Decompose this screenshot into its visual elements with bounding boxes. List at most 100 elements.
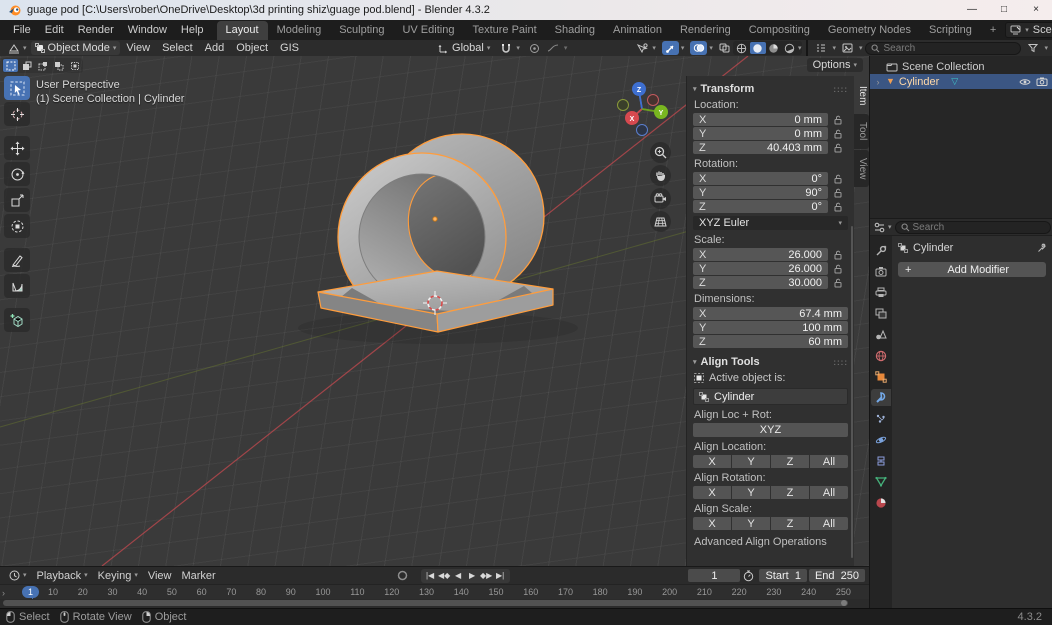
panel-drag-dots[interactable]: :::: (833, 358, 848, 367)
select-extend-mode-button[interactable] (19, 59, 34, 72)
menu-edit[interactable]: Edit (38, 20, 71, 40)
end-frame-field[interactable]: End 250 (809, 569, 865, 582)
scale-z-field[interactable]: Z30.000 (693, 276, 828, 289)
workspace-tab-scripting[interactable]: Scripting (920, 21, 981, 40)
align-rotation-x-button[interactable]: X (693, 486, 731, 499)
camera-view-icon[interactable] (650, 188, 671, 209)
prev-keyframe-button[interactable]: ◀◆ (438, 569, 451, 583)
workspace-tab-texture-paint[interactable]: Texture Paint (463, 21, 545, 40)
navigation-gizmo[interactable]: Z X Y (612, 78, 676, 138)
lock-icon[interactable] (828, 188, 848, 198)
n-panel-tab-view[interactable]: View (854, 150, 869, 188)
menu-marker[interactable]: Marker (176, 570, 220, 582)
region-expand-arrow[interactable]: › (2, 588, 5, 598)
zoom-icon[interactable] (650, 142, 671, 163)
annotate-tool[interactable] (4, 248, 30, 272)
outliner-display-mode-icon[interactable] (812, 41, 829, 55)
timeline-scrollbar[interactable] (0, 599, 869, 608)
active-object-field[interactable]: Cylinder (693, 388, 848, 405)
scale-tool[interactable] (4, 188, 30, 212)
add-modifier-button[interactable]: + Add Modifier (898, 262, 1046, 277)
menu-keying[interactable]: Keying▾ (93, 570, 143, 582)
material-preview-shading-icon[interactable] (766, 42, 782, 54)
align-location-z-button[interactable]: Z (771, 455, 809, 468)
align-rotation-z-button[interactable]: Z (771, 486, 809, 499)
minimize-button[interactable]: — (956, 0, 988, 20)
tab-material-properties[interactable] (871, 494, 891, 511)
outliner-row-scene-collection[interactable]: Scene Collection (870, 59, 1052, 74)
xray-toggle-icon[interactable] (716, 41, 733, 55)
menu-file[interactable]: File (6, 20, 38, 40)
lock-icon[interactable] (828, 129, 848, 139)
menu-object[interactable]: Object (230, 42, 274, 54)
rotation-z-field[interactable]: Z0° (693, 200, 828, 213)
scale-y-field[interactable]: Y26.000 (693, 262, 828, 275)
outliner-search-input[interactable] (883, 43, 1015, 54)
dimensions-z-field[interactable]: Z60 mm (693, 335, 848, 348)
align-scale-z-button[interactable]: Z (771, 517, 809, 530)
workspace-tab-layout[interactable]: Layout (217, 21, 268, 40)
chevron-down-icon[interactable]: ▾ (798, 45, 802, 52)
lock-icon[interactable] (828, 250, 848, 260)
close-button[interactable]: × (1020, 0, 1052, 20)
workspace-tab-sculpting[interactable]: Sculpting (330, 21, 393, 40)
align-scale-x-button[interactable]: X (693, 517, 731, 530)
mode-selector[interactable]: Object Mode ▾ (31, 41, 121, 55)
n-panel-tab-item[interactable]: Item (854, 78, 869, 113)
timeline-ruler[interactable]: 10 20 30 40 50 60 70 80 90 100 110 120 1… (0, 584, 869, 599)
chevron-down-icon[interactable]: ▾ (516, 45, 520, 52)
tab-constraint-properties[interactable] (871, 452, 891, 469)
align-location-y-button[interactable]: Y (732, 455, 770, 468)
properties-search[interactable] (895, 221, 1051, 234)
move-tool[interactable] (4, 136, 30, 160)
chevron-down-icon[interactable]: ▾ (1044, 45, 1048, 52)
current-frame-badge[interactable]: 1 (22, 586, 39, 598)
menu-select[interactable]: Select (156, 42, 199, 54)
gizmos-toggle-icon[interactable] (662, 41, 679, 55)
select-set-mode-button[interactable] (3, 59, 18, 72)
lock-icon[interactable] (828, 115, 848, 125)
timeline-editor-selector[interactable]: ▾ (4, 570, 32, 581)
rotation-x-field[interactable]: X0° (693, 172, 828, 185)
lock-icon[interactable] (828, 264, 848, 274)
solid-shading-icon[interactable] (750, 42, 766, 54)
align-location-x-button[interactable]: X (693, 455, 731, 468)
advanced-align-label[interactable]: Advanced Align Operations (694, 536, 848, 548)
falloff-curve-icon[interactable] (545, 41, 562, 55)
pan-hand-icon[interactable] (650, 165, 671, 186)
add-workspace-button[interactable]: + (981, 21, 1005, 40)
panel-drag-dots[interactable]: :::: (833, 85, 848, 94)
location-x-field[interactable]: X0 mm (693, 113, 828, 126)
jump-to-start-button[interactable]: |◀ (424, 569, 437, 583)
auto-keying-record-icon[interactable] (394, 569, 411, 583)
breadcrumb-object-name[interactable]: Cylinder (913, 242, 953, 254)
align-scale-y-button[interactable]: Y (732, 517, 770, 530)
wireframe-shading-icon[interactable] (734, 42, 750, 54)
select-invert-mode-button[interactable] (51, 59, 66, 72)
snap-magnet-icon[interactable] (497, 41, 514, 55)
chevron-down-icon[interactable]: ▾ (888, 224, 892, 231)
menu-gis[interactable]: GIS (274, 42, 305, 54)
outliner-filter-image-icon[interactable] (839, 41, 856, 55)
next-keyframe-button[interactable]: ◆▶ (480, 569, 493, 583)
tab-modifier-properties[interactable] (871, 389, 891, 406)
tab-object-data-properties[interactable] (871, 473, 891, 490)
outliner-row-cylinder[interactable]: › ▼ Cylinder ▽ (870, 74, 1052, 89)
tab-object-properties[interactable] (871, 368, 891, 385)
menu-window[interactable]: Window (121, 20, 174, 40)
disable-render-camera-icon[interactable] (1036, 77, 1048, 86)
transform-panel-header[interactable]: ▾ Transform :::: (693, 83, 848, 95)
gizmo-axis-neg-x[interactable] (648, 95, 659, 106)
tab-output-properties[interactable] (871, 284, 891, 301)
chevron-down-icon[interactable]: ▾ (709, 45, 713, 52)
workspace-tab-geometry-nodes[interactable]: Geometry Nodes (819, 21, 920, 40)
location-y-field[interactable]: Y0 mm (693, 127, 828, 140)
select-subtract-mode-button[interactable] (35, 59, 50, 72)
menu-add[interactable]: Add (199, 42, 231, 54)
tab-view-layer-properties[interactable] (871, 305, 891, 322)
chevron-down-icon[interactable]: ▾ (681, 45, 685, 52)
proportional-editing-icon[interactable] (526, 41, 543, 55)
gauge-pod-model[interactable] (318, 134, 553, 332)
n-panel-tab-tool[interactable]: Tool (854, 114, 869, 148)
scrollbar-thumb[interactable] (3, 600, 848, 606)
